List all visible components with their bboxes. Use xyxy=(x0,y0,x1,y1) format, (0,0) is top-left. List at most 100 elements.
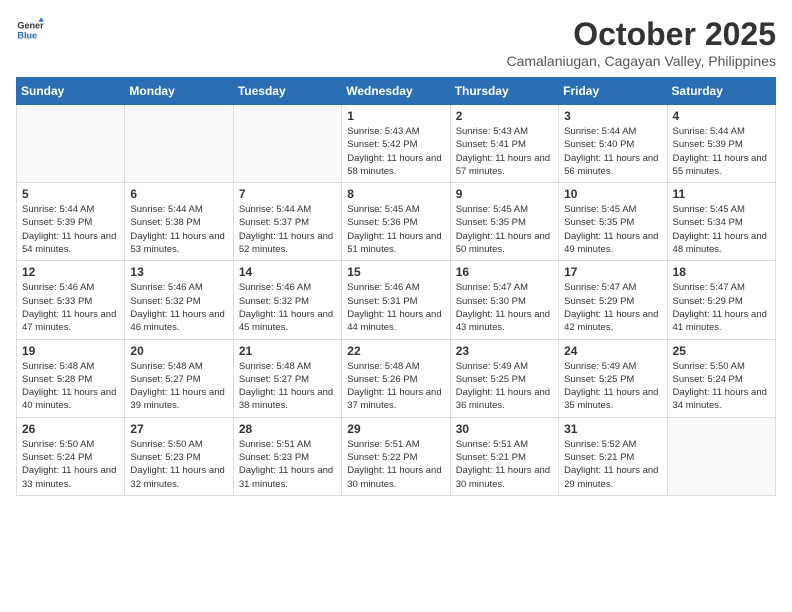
day-info: Sunrise: 5:50 AM Sunset: 5:23 PM Dayligh… xyxy=(130,438,227,491)
day-number: 7 xyxy=(239,187,336,201)
weekday-header-friday: Friday xyxy=(559,78,667,105)
day-number: 24 xyxy=(564,344,661,358)
calendar-cell: 6 Sunrise: 5:44 AM Sunset: 5:38 PM Daylig… xyxy=(125,183,233,261)
calendar-cell: 25Sunrise: 5:50 AM Sunset: 5:24 PM Dayli… xyxy=(667,339,775,417)
calendar-cell: 17 Sunrise: 5:47 AM Sunset: 5:29 PM Dayli… xyxy=(559,261,667,339)
day-number: 2 xyxy=(456,109,553,123)
calendar-cell xyxy=(667,417,775,495)
calendar-cell: 27 Sunrise: 5:50 AM Sunset: 5:23 PM Dayli… xyxy=(125,417,233,495)
calendar-week-row: 19 Sunrise: 5:48 AM Sunset: 5:28 PM Dayli… xyxy=(17,339,776,417)
calendar-cell: 19 Sunrise: 5:48 AM Sunset: 5:28 PM Dayli… xyxy=(17,339,125,417)
day-number: 15 xyxy=(347,265,444,279)
day-info: Sunrise: 5:46 AM Sunset: 5:31 PM Dayligh… xyxy=(347,281,444,334)
day-number: 18 xyxy=(673,265,770,279)
weekday-header-row: SundayMondayTuesdayWednesdayThursdayFrid… xyxy=(17,78,776,105)
day-info: Sunrise: 5:44 AM Sunset: 5:39 PM Dayligh… xyxy=(22,203,119,256)
calendar-cell: 30 Sunrise: 5:51 AM Sunset: 5:21 PM Dayli… xyxy=(450,417,558,495)
title-block: October 2025 Camalaniugan, Cagayan Valle… xyxy=(506,16,776,69)
calendar-cell xyxy=(17,105,125,183)
day-info: Sunrise: 5:47 AM Sunset: 5:29 PM Dayligh… xyxy=(564,281,661,334)
calendar-cell: 12 Sunrise: 5:46 AM Sunset: 5:33 PM Dayli… xyxy=(17,261,125,339)
day-info: Sunrise: 5:46 AM Sunset: 5:32 PM Dayligh… xyxy=(239,281,336,334)
month-year-title: October 2025 xyxy=(506,16,776,53)
calendar-cell: 11 Sunrise: 5:45 AM Sunset: 5:34 PM Dayli… xyxy=(667,183,775,261)
day-number: 9 xyxy=(456,187,553,201)
day-number: 26 xyxy=(22,422,119,436)
calendar-cell: 3 Sunrise: 5:44 AM Sunset: 5:40 PM Daylig… xyxy=(559,105,667,183)
day-info: Sunrise: 5:48 AM Sunset: 5:28 PM Dayligh… xyxy=(22,360,119,413)
calendar-week-row: 1Sunrise: 5:43 AM Sunset: 5:42 PM Daylig… xyxy=(17,105,776,183)
day-number: 17 xyxy=(564,265,661,279)
day-info: Sunrise: 5:44 AM Sunset: 5:38 PM Dayligh… xyxy=(130,203,227,256)
calendar-cell xyxy=(233,105,341,183)
calendar-cell: 22 Sunrise: 5:48 AM Sunset: 5:26 PM Dayli… xyxy=(342,339,450,417)
day-number: 5 xyxy=(22,187,119,201)
day-number: 1 xyxy=(347,109,444,123)
calendar-cell: 28Sunrise: 5:51 AM Sunset: 5:23 PM Dayli… xyxy=(233,417,341,495)
day-number: 4 xyxy=(673,109,770,123)
day-info: Sunrise: 5:49 AM Sunset: 5:25 PM Dayligh… xyxy=(456,360,553,413)
day-info: Sunrise: 5:51 AM Sunset: 5:22 PM Dayligh… xyxy=(347,438,444,491)
day-info: Sunrise: 5:48 AM Sunset: 5:26 PM Dayligh… xyxy=(347,360,444,413)
day-info: Sunrise: 5:47 AM Sunset: 5:29 PM Dayligh… xyxy=(673,281,770,334)
day-info: Sunrise: 5:49 AM Sunset: 5:25 PM Dayligh… xyxy=(564,360,661,413)
calendar-cell: 23 Sunrise: 5:49 AM Sunset: 5:25 PM Dayli… xyxy=(450,339,558,417)
day-number: 27 xyxy=(130,422,227,436)
day-info: Sunrise: 5:46 AM Sunset: 5:33 PM Dayligh… xyxy=(22,281,119,334)
day-info: Sunrise: 5:44 AM Sunset: 5:40 PM Dayligh… xyxy=(564,125,661,178)
calendar-cell: 20Sunrise: 5:48 AM Sunset: 5:27 PM Dayli… xyxy=(125,339,233,417)
day-number: 12 xyxy=(22,265,119,279)
calendar-week-row: 26Sunrise: 5:50 AM Sunset: 5:24 PM Dayli… xyxy=(17,417,776,495)
day-number: 6 xyxy=(130,187,227,201)
calendar-cell: 10 Sunrise: 5:45 AM Sunset: 5:35 PM Dayli… xyxy=(559,183,667,261)
calendar-cell: 9 Sunrise: 5:45 AM Sunset: 5:35 PM Daylig… xyxy=(450,183,558,261)
day-number: 31 xyxy=(564,422,661,436)
weekday-header-saturday: Saturday xyxy=(667,78,775,105)
calendar-cell: 16Sunrise: 5:47 AM Sunset: 5:30 PM Dayli… xyxy=(450,261,558,339)
calendar-cell: 29Sunrise: 5:51 AM Sunset: 5:22 PM Dayli… xyxy=(342,417,450,495)
logo: General Blue xyxy=(16,16,44,44)
calendar-cell: 2 Sunrise: 5:43 AM Sunset: 5:41 PM Daylig… xyxy=(450,105,558,183)
calendar-table: SundayMondayTuesdayWednesdayThursdayFrid… xyxy=(16,77,776,496)
day-number: 3 xyxy=(564,109,661,123)
weekday-header-tuesday: Tuesday xyxy=(233,78,341,105)
day-info: Sunrise: 5:46 AM Sunset: 5:32 PM Dayligh… xyxy=(130,281,227,334)
day-info: Sunrise: 5:44 AM Sunset: 5:39 PM Dayligh… xyxy=(673,125,770,178)
header: General Blue October 2025 Camalaniugan, … xyxy=(16,16,776,69)
calendar-cell: 24 Sunrise: 5:49 AM Sunset: 5:25 PM Dayli… xyxy=(559,339,667,417)
day-number: 19 xyxy=(22,344,119,358)
day-number: 11 xyxy=(673,187,770,201)
day-number: 23 xyxy=(456,344,553,358)
day-info: Sunrise: 5:45 AM Sunset: 5:35 PM Dayligh… xyxy=(456,203,553,256)
weekday-header-thursday: Thursday xyxy=(450,78,558,105)
day-info: Sunrise: 5:47 AM Sunset: 5:30 PM Dayligh… xyxy=(456,281,553,334)
day-info: Sunrise: 5:45 AM Sunset: 5:34 PM Dayligh… xyxy=(673,203,770,256)
calendar-cell: 18 Sunrise: 5:47 AM Sunset: 5:29 PM Dayli… xyxy=(667,261,775,339)
day-number: 30 xyxy=(456,422,553,436)
weekday-header-sunday: Sunday xyxy=(17,78,125,105)
day-info: Sunrise: 5:50 AM Sunset: 5:24 PM Dayligh… xyxy=(673,360,770,413)
calendar-cell: 5 Sunrise: 5:44 AM Sunset: 5:39 PM Daylig… xyxy=(17,183,125,261)
day-info: Sunrise: 5:45 AM Sunset: 5:35 PM Dayligh… xyxy=(564,203,661,256)
calendar-cell: 26Sunrise: 5:50 AM Sunset: 5:24 PM Dayli… xyxy=(17,417,125,495)
calendar-week-row: 12 Sunrise: 5:46 AM Sunset: 5:33 PM Dayli… xyxy=(17,261,776,339)
calendar-cell: 1Sunrise: 5:43 AM Sunset: 5:42 PM Daylig… xyxy=(342,105,450,183)
calendar-cell: 14 Sunrise: 5:46 AM Sunset: 5:32 PM Dayli… xyxy=(233,261,341,339)
day-number: 10 xyxy=(564,187,661,201)
day-info: Sunrise: 5:52 AM Sunset: 5:21 PM Dayligh… xyxy=(564,438,661,491)
svg-text:Blue: Blue xyxy=(17,30,37,40)
day-number: 14 xyxy=(239,265,336,279)
day-info: Sunrise: 5:45 AM Sunset: 5:36 PM Dayligh… xyxy=(347,203,444,256)
calendar-cell: 15 Sunrise: 5:46 AM Sunset: 5:31 PM Dayli… xyxy=(342,261,450,339)
day-info: Sunrise: 5:51 AM Sunset: 5:21 PM Dayligh… xyxy=(456,438,553,491)
calendar-week-row: 5 Sunrise: 5:44 AM Sunset: 5:39 PM Daylig… xyxy=(17,183,776,261)
day-info: Sunrise: 5:51 AM Sunset: 5:23 PM Dayligh… xyxy=(239,438,336,491)
location-subtitle: Camalaniugan, Cagayan Valley, Philippine… xyxy=(506,53,776,69)
day-info: Sunrise: 5:43 AM Sunset: 5:41 PM Dayligh… xyxy=(456,125,553,178)
day-number: 20 xyxy=(130,344,227,358)
logo-icon: General Blue xyxy=(16,16,44,44)
calendar-cell: 8Sunrise: 5:45 AM Sunset: 5:36 PM Daylig… xyxy=(342,183,450,261)
day-number: 22 xyxy=(347,344,444,358)
calendar-cell: 13Sunrise: 5:46 AM Sunset: 5:32 PM Dayli… xyxy=(125,261,233,339)
calendar-cell: 31 Sunrise: 5:52 AM Sunset: 5:21 PM Dayli… xyxy=(559,417,667,495)
